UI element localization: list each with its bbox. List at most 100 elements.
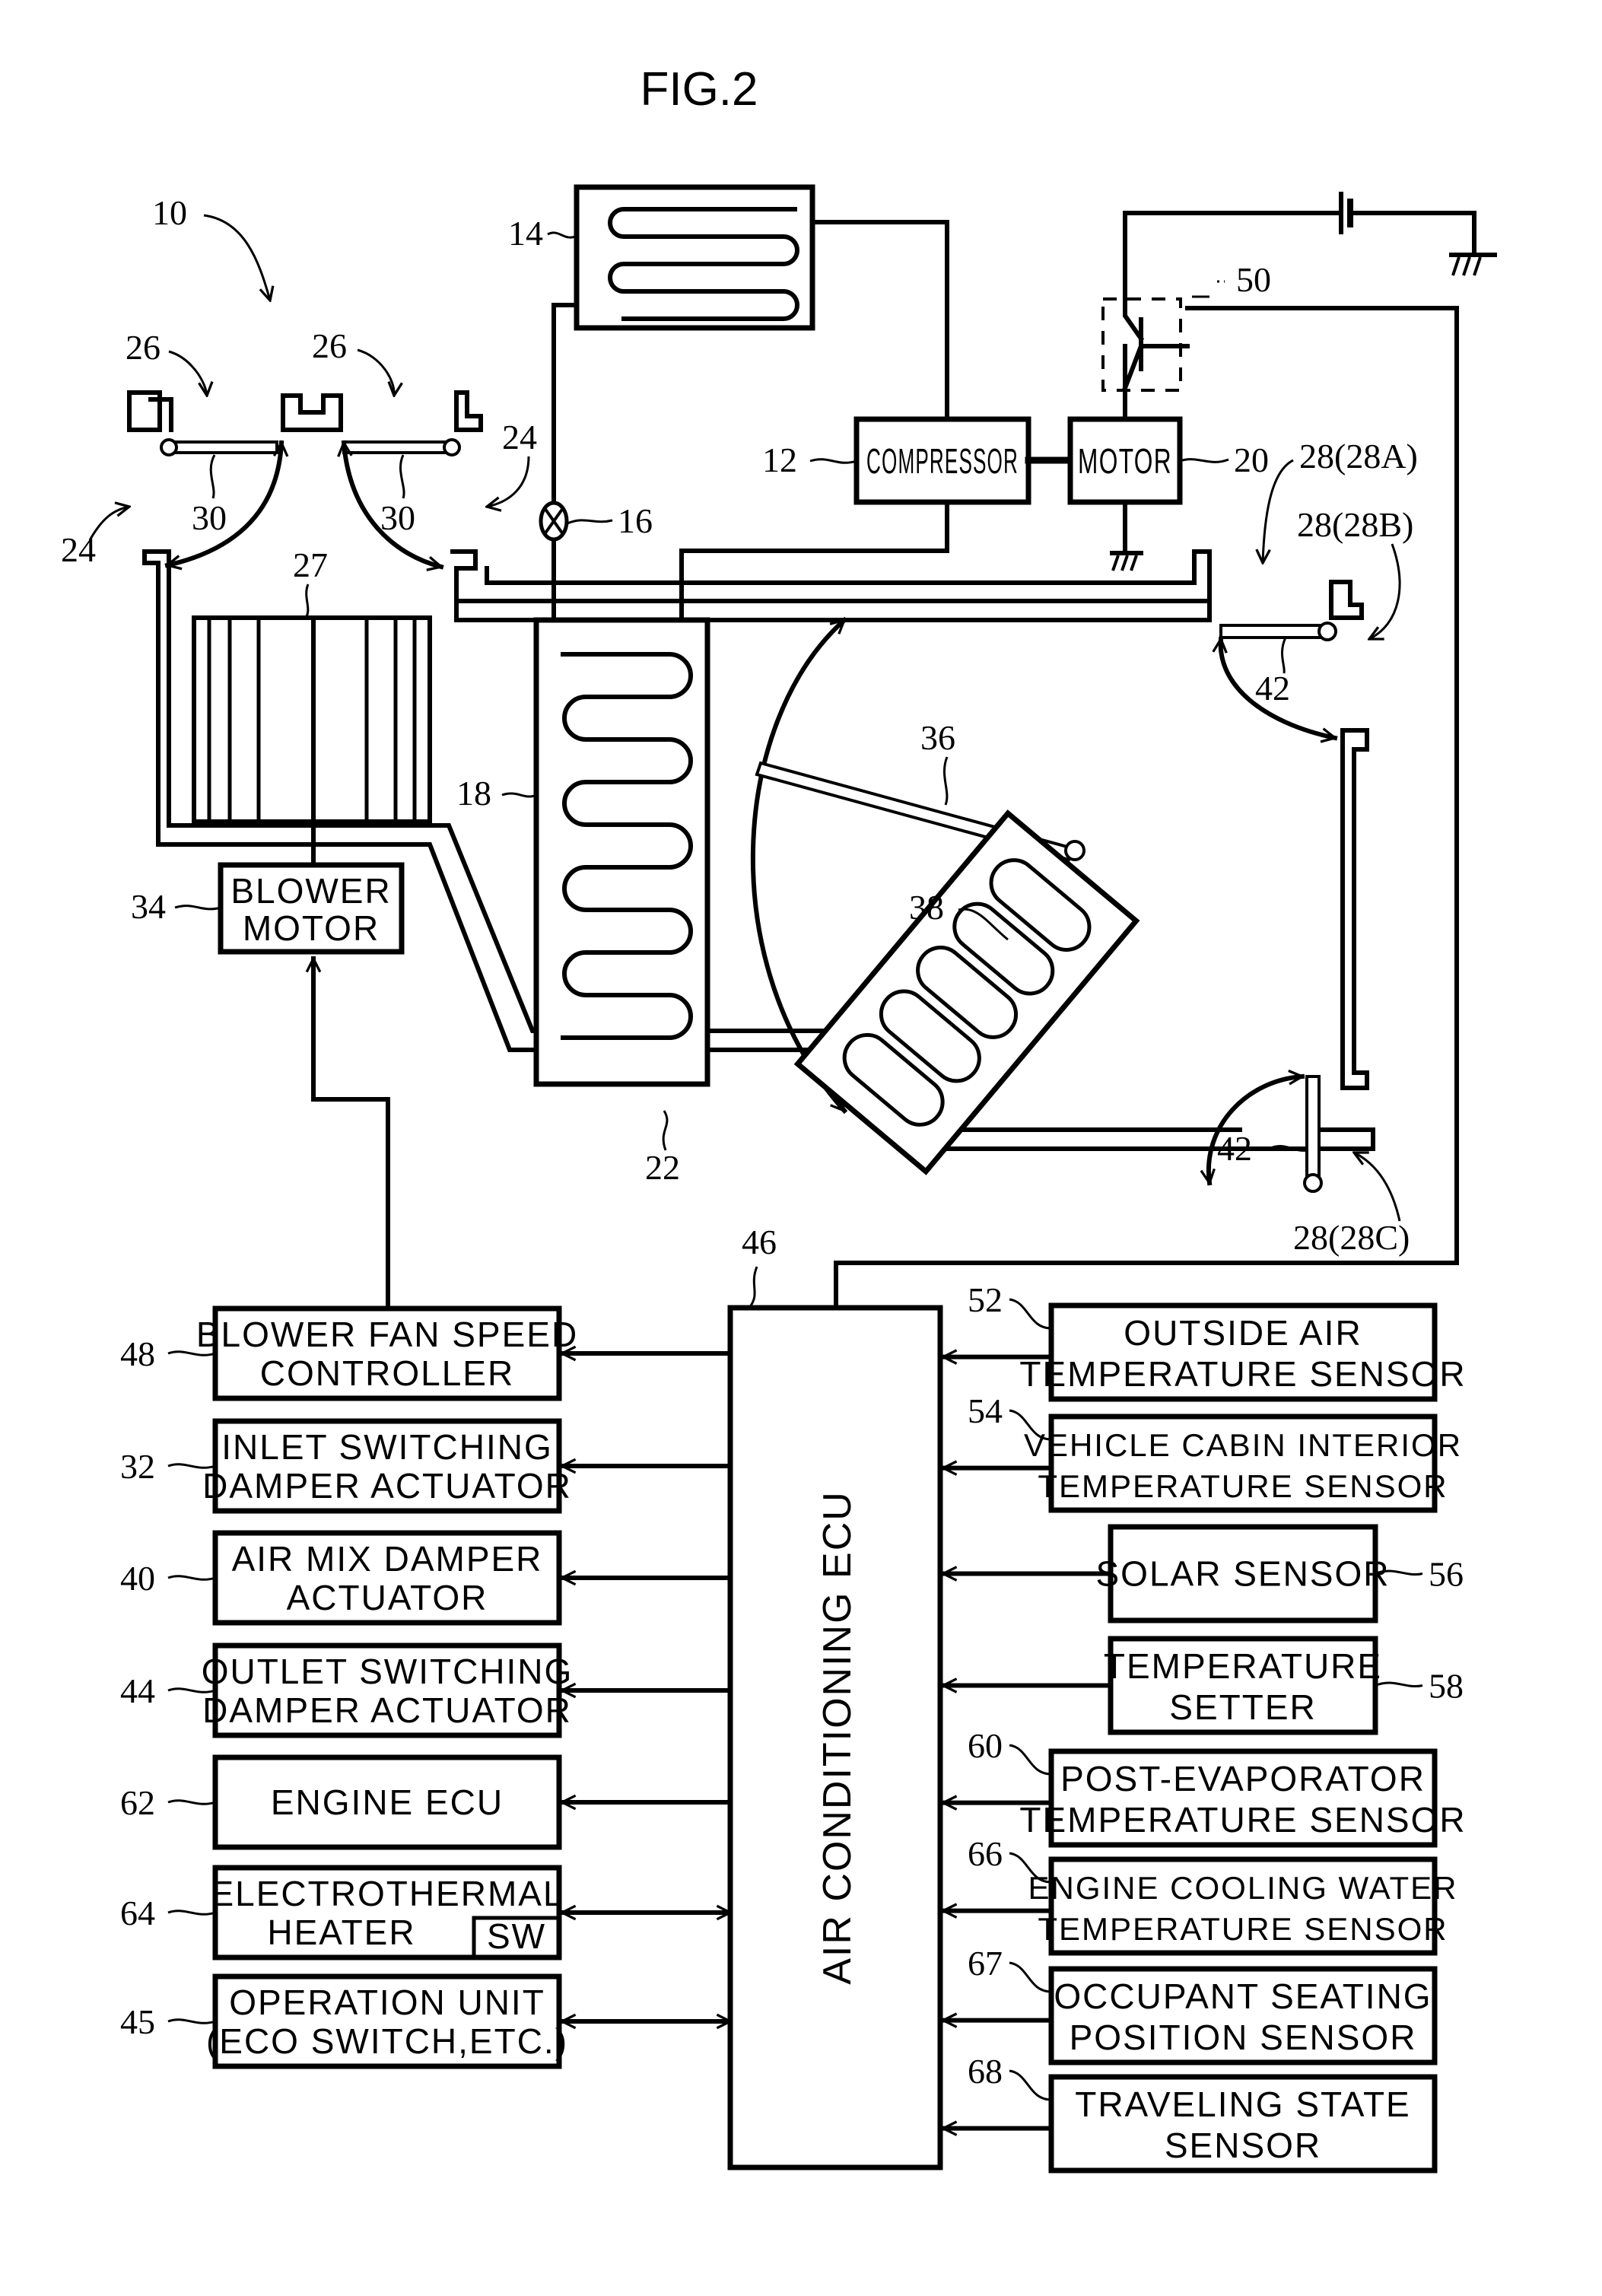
- evaporator: [533, 617, 710, 1087]
- duct-top-wall: [450, 549, 1212, 603]
- leader: [1354, 1153, 1401, 1222]
- condenser-ref: 14: [508, 214, 543, 253]
- output-label-line1: OPERATION UNIT: [229, 1983, 545, 2022]
- leader: [174, 905, 221, 911]
- sensor-label-line2: TEMPERATURE SENSOR: [1019, 1800, 1466, 1840]
- sensor-label-line2: POSITION SENSOR: [1070, 2018, 1417, 2057]
- sensor-device: OCCUPANT SEATINGPOSITION SENSOR 67: [941, 1944, 1438, 2065]
- inlet-damper-left: [160, 438, 278, 456]
- output-label-line2: HEATER: [267, 1913, 415, 1952]
- output-label-line2: DAMPER ACTUATOR: [202, 1466, 572, 1506]
- leader: [501, 792, 537, 798]
- output-label-line1: OUTLET SWITCHING: [202, 1652, 574, 1691]
- sensor-label: SOLAR SENSOR: [1096, 1554, 1391, 1594]
- output-label-line2: ACTUATOR: [287, 1578, 488, 1617]
- output-ref: 40: [120, 1559, 155, 1598]
- ecu-inputs: OUTSIDE AIRTEMPERATURE SENSOR52VEHICLE C…: [941, 1280, 1466, 2174]
- compressor-ref: 12: [762, 440, 797, 479]
- ac-ecu-label: AIR CONDITIONING ECU: [815, 1490, 860, 1985]
- leader: [357, 348, 394, 396]
- pipe-condenser-compressor: [810, 220, 949, 421]
- sensor-label-line2: TEMPERATURE SENSOR: [1019, 1354, 1466, 1394]
- sensor-device: VEHICLE CABIN INTERIOR TEMPERATURE SENSOR…: [941, 1391, 1461, 1513]
- sensor-label-line1: TEMPERATURE: [1104, 1646, 1382, 1686]
- condenser: [574, 184, 815, 331]
- output-device: OUTLET SWITCHINGDAMPER ACTUATOR 44: [120, 1642, 733, 1738]
- sensor-ref: 52: [968, 1280, 1003, 1319]
- ac-ecu-ref: 46: [742, 1223, 777, 1261]
- sensor-label-line1: ENGINE COOLING WATER: [1028, 1870, 1457, 1906]
- output-ref: 62: [120, 1783, 155, 1822]
- hvac-diagram: FIG.2 10 14 16 COMPRESSOR 12 MOTOR 20 50…: [61, 63, 1497, 2174]
- switch-ref: 50: [1236, 260, 1271, 299]
- sensor-device: SOLAR SENSOR 56: [941, 1524, 1464, 1623]
- heater-core: [793, 809, 1140, 1175]
- output-label-line1: ELECTROTHERMAL: [210, 1874, 564, 1913]
- blower-motor-label-1: BLOWER: [230, 871, 391, 911]
- sensor-ref: 66: [968, 1834, 1003, 1873]
- system-ref: 10: [152, 193, 187, 232]
- figure-title: FIG.2: [640, 63, 758, 116]
- leader: [748, 1266, 758, 1309]
- outlet-b-wall: [1329, 580, 1364, 620]
- leader: [1179, 458, 1229, 463]
- output-device: ENGINE ECU 62: [120, 1754, 733, 1850]
- sensor-label-line2: SETTER: [1169, 1687, 1316, 1727]
- leader: [943, 756, 949, 806]
- switch-label: SW: [487, 1916, 546, 1956]
- leader: [487, 456, 530, 507]
- output-label-line1: AIR MIX DAMPER: [232, 1539, 543, 1579]
- leader: [167, 1575, 216, 1581]
- compressor-label: COMPRESSOR: [866, 441, 1019, 481]
- sensor-ref: 68: [968, 2052, 1003, 2091]
- output-ref: 64: [120, 1894, 155, 1932]
- outlet-c-wall: [1340, 728, 1369, 1090]
- ground-icon: [1449, 253, 1497, 276]
- output-ref: 48: [120, 1334, 155, 1373]
- motor-label: MOTOR: [1078, 441, 1172, 481]
- inlet-damper-ref: 30: [192, 498, 227, 537]
- sensor-device: TRAVELING STATESENSOR 68: [941, 2052, 1438, 2174]
- blower-motor-ref: 34: [131, 887, 166, 926]
- inlet-damper-right: [342, 438, 461, 456]
- leader: [304, 584, 310, 619]
- leader: [399, 454, 405, 499]
- sensor-ref: 67: [968, 1944, 1003, 1983]
- leader: [547, 231, 577, 239]
- expansion-valve-icon: [539, 501, 569, 542]
- leader: [1009, 2069, 1052, 2101]
- system-leader: [203, 214, 270, 301]
- leader: [1009, 1298, 1052, 1330]
- sensor-device: ENGINE COOLING WATER TEMPERATURE SENSOR 66: [941, 1834, 1457, 1956]
- sensor-ref: 54: [968, 1391, 1003, 1430]
- motor-ref: 20: [1234, 440, 1269, 479]
- output-label-line2: CONTROLLER: [260, 1353, 514, 1393]
- air-mix-damper-ref: 36: [920, 718, 955, 757]
- heater-core-ref: 38: [909, 888, 944, 927]
- ecu-outputs: BLOWER FAN SPEEDCONTROLLER 48 INLET SWITCH…: [120, 1305, 733, 2069]
- outlet-damper-ref: 42: [1255, 669, 1290, 708]
- blower-control-line: [313, 956, 390, 1310]
- sensor-label-line2: TEMPERATURE SENSOR: [1038, 1468, 1448, 1504]
- sensor-label-line1: OUTSIDE AIR: [1124, 1313, 1362, 1353]
- output-label-line2: (ECO SWITCH,ETC.): [206, 2021, 568, 2061]
- leader: [662, 1110, 669, 1151]
- transistor-switch-icon: [1101, 297, 1190, 392]
- sensor-label-line1: POST-EVAPORATOR: [1060, 1759, 1426, 1798]
- inlet-ref: 26: [312, 326, 347, 365]
- leader: [1009, 1744, 1052, 1776]
- sensor-ref: 58: [1429, 1667, 1464, 1706]
- sensor-label-line2: TEMPERATURE SENSOR: [1038, 1911, 1448, 1947]
- output-device: OPERATION UNIT(ECO SWITCH,ETC.) 45: [120, 1973, 733, 2069]
- inlet-path-ref: 24: [61, 530, 96, 569]
- inlet-ref: 26: [126, 328, 161, 367]
- outlet-ref-a: 28(28A): [1299, 437, 1418, 475]
- battery-ground-wire: [1348, 211, 1476, 256]
- inlet-path-ref: 24: [502, 418, 537, 456]
- output-device: BLOWER FAN SPEEDCONTROLLER 48: [120, 1305, 733, 1401]
- inlet-housing: [127, 390, 483, 432]
- sensor-device: OUTSIDE AIRTEMPERATURE SENSOR 52: [941, 1280, 1466, 1402]
- battery-wire: [1123, 211, 1343, 301]
- leader: [809, 458, 857, 464]
- sensor-device: POST-EVAPORATORTEMPERATURE SENSOR 60: [941, 1726, 1466, 1848]
